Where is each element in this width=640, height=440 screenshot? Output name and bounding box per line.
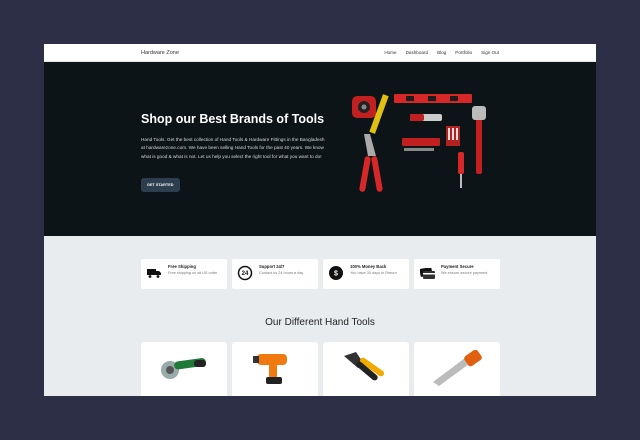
truck-icon — [145, 264, 163, 282]
hero-title: Shop our Best Brands of Tools — [141, 112, 325, 126]
support-24-icon: 24 — [236, 264, 254, 282]
drill-icon — [253, 354, 287, 384]
feature-description: Free shipping on all US order — [168, 271, 218, 275]
feature-description: You have 30 days to Return — [350, 271, 397, 275]
hero-description: Hand Tools. Get the best collection of H… — [141, 137, 325, 159]
feature-card: Free Shipping Free shipping on all US or… — [141, 259, 227, 289]
screwdriver-icon — [458, 152, 464, 188]
brand-logo[interactable]: Hardware Zone — [141, 50, 179, 56]
nav-link-sign-out[interactable]: Sign Out — [481, 50, 499, 55]
product-card[interactable] — [414, 342, 500, 396]
hero-banner: Shop our Best Brands of Tools Hand Tools… — [44, 62, 596, 236]
nav-link-blog[interactable]: Blog — [437, 50, 446, 55]
svg-text:24: 24 — [242, 271, 249, 277]
section-title: Our Different Hand Tools — [265, 317, 375, 328]
tools-image — [352, 94, 486, 192]
hero-text: Shop our Best Brands of Tools Hand Tools… — [141, 112, 327, 193]
svg-text:$: $ — [334, 271, 338, 278]
hex-key-set-icon — [402, 138, 440, 151]
browser-page: Hardware Zone Home Dashboard Blog Portfo… — [44, 44, 596, 396]
product-card[interactable] — [232, 342, 318, 396]
tape-measure-icon — [352, 96, 376, 118]
wrench-icon — [472, 106, 486, 174]
angle-grinder-icon — [161, 358, 206, 379]
navbar: Hardware Zone Home Dashboard Blog Portfo… — [44, 44, 596, 62]
feature-card: Payment Secure We ensure secure payment — [414, 259, 500, 289]
product-card[interactable] — [141, 342, 227, 396]
pliers-icon — [359, 134, 383, 192]
nav-links: Home Dashboard Blog Portfolio Sign Out — [384, 50, 499, 55]
feature-description: We ensure secure payment — [441, 271, 488, 275]
product-card[interactable] — [323, 342, 409, 396]
feature-title: 100% Money Back — [350, 264, 387, 269]
nav-link-dashboard[interactable]: Dashboard — [406, 50, 428, 55]
feature-card: 24 Support 24/7 Contact us 24 hours a da… — [232, 259, 318, 289]
feature-title: Support 24/7 — [259, 264, 285, 269]
feature-title: Free Shipping — [168, 264, 196, 269]
screwdriver-bits-icon — [446, 126, 460, 146]
product-row — [141, 342, 500, 396]
feature-row: Free Shipping Free shipping on all US or… — [141, 259, 500, 289]
spirit-level-icon — [394, 94, 472, 103]
feature-description: Contact us 24 hours a day — [259, 271, 304, 275]
get-started-button[interactable]: GET STARTED — [141, 178, 180, 193]
credit-card-icon — [418, 264, 436, 282]
hand-saw-icon — [433, 350, 482, 386]
nav-link-home[interactable]: Home — [384, 50, 396, 55]
money-back-icon: $ — [327, 264, 345, 282]
pliers-icon — [344, 352, 385, 381]
feature-title: Payment Secure — [441, 264, 474, 269]
feature-card: $ 100% Money Back You have 30 days to Re… — [323, 259, 409, 289]
nav-link-portfolio[interactable]: Portfolio — [455, 50, 472, 55]
